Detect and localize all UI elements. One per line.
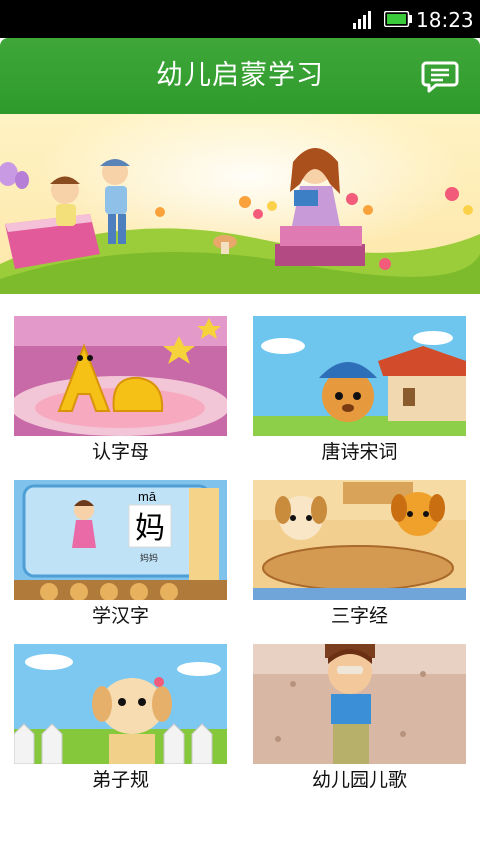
chat-bubble-icon[interactable]: [418, 54, 462, 98]
songs-thumbnail: [253, 644, 466, 764]
tile-label: 认字母: [91, 441, 149, 463]
hanzi-label: 妈: [135, 511, 165, 546]
tile-label: 三字经: [330, 605, 388, 627]
alphabet-thumbnail: [14, 316, 227, 436]
clock-time: 18:23: [416, 8, 474, 32]
tile-label: 唐诗宋词: [321, 441, 398, 463]
signal-icon: [353, 11, 371, 29]
tile-label: 学汉字: [91, 605, 149, 627]
rules-thumbnail: [14, 644, 227, 764]
banner-illustration[interactable]: [0, 114, 480, 294]
tile-disciple-rules[interactable]: 弟子规: [14, 644, 227, 794]
poetry-thumbnail: [253, 316, 466, 436]
tile-label: 幼儿园儿歌: [311, 769, 407, 791]
status-bar: 18:23: [0, 0, 480, 38]
battery-icon: [384, 11, 412, 27]
classic-thumbnail: [253, 480, 466, 600]
tile-three-character-classic[interactable]: 三字经: [253, 480, 466, 630]
word-label: 妈妈: [140, 552, 158, 564]
tile-tang-poetry[interactable]: 唐诗宋词: [253, 316, 466, 466]
tile-label: 弟子规: [91, 769, 149, 791]
app-title: 幼儿启蒙学习: [156, 60, 324, 91]
tile-chinese-characters[interactable]: mā 妈 妈妈 学汉字: [14, 480, 227, 630]
characters-thumbnail: mā 妈 妈妈: [14, 480, 227, 600]
app-header: 幼儿启蒙学习: [0, 38, 480, 114]
tile-alphabet[interactable]: 认字母: [14, 316, 227, 466]
tile-nursery-songs[interactable]: 幼儿园儿歌: [253, 644, 466, 794]
pinyin-label: mā: [138, 489, 157, 504]
